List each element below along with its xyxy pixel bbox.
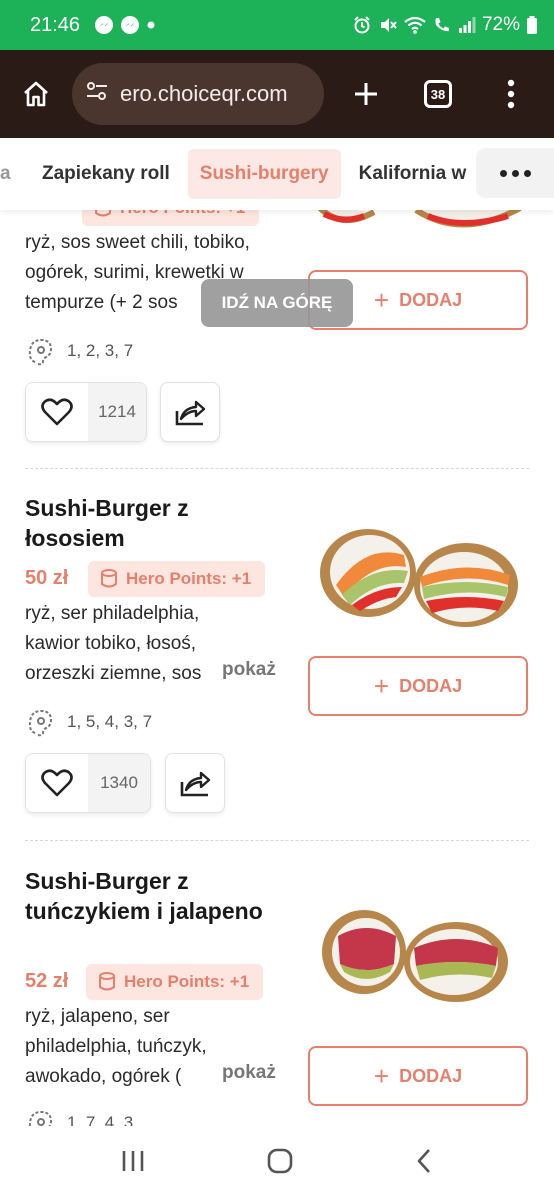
heart-icon: [41, 398, 73, 426]
like-button[interactable]: 1214: [25, 382, 147, 442]
allergen-ear-icon: [28, 709, 53, 737]
add-label: DODAJ: [399, 1065, 463, 1086]
hero-points-label: Hero Points: +1: [126, 569, 252, 588]
allergen-ear-icon: [28, 1110, 53, 1126]
allergens[interactable]: 1, 2, 3, 7: [25, 336, 133, 366]
allergens[interactable]: 1, 5, 4, 3, 7: [25, 707, 152, 737]
show-more-link[interactable]: pokaż: [220, 659, 276, 681]
go-to-top-button[interactable]: IDŹ NA GÓRĘ: [201, 279, 353, 327]
share-button[interactable]: [165, 753, 225, 813]
hero-points-label: Hero Points: +1: [124, 972, 250, 991]
product-price: 52 zł: [25, 970, 69, 992]
allergen-list: 1, 5, 4, 3, 7: [67, 712, 153, 731]
add-to-cart-button[interactable]: + DODAJ: [308, 656, 528, 716]
plus-icon: [355, 83, 377, 105]
page-content: a Zapiekany roll Sushi-burgery Kaliforni…: [0, 138, 554, 1126]
category-tabs: a Zapiekany roll Sushi-burgery Kaliforni…: [0, 138, 554, 210]
coin-stack-icon: [101, 569, 117, 588]
add-to-cart-button[interactable]: + DODAJ: [308, 1046, 528, 1106]
category-tab-kalifornia[interactable]: Kalifornia w: [347, 149, 479, 199]
new-tab-button[interactable]: [324, 50, 408, 138]
url-text: ero.choiceqr.com: [120, 81, 288, 106]
product-image[interactable]: [316, 525, 522, 640]
plus-icon: +: [373, 671, 390, 701]
share-button[interactable]: [160, 382, 220, 442]
allergen-list: 1, 7, 4, 3: [67, 1113, 134, 1126]
wifi-icon: [404, 15, 426, 35]
tab-switcher-button[interactable]: 38: [408, 50, 468, 138]
status-bar: 21:46 72%: [0, 0, 554, 50]
share-icon: [175, 400, 206, 426]
site-settings-icon[interactable]: [84, 78, 110, 110]
add-label: DODAJ: [399, 289, 463, 310]
plus-icon: +: [373, 285, 390, 315]
status-time: 21:46: [30, 13, 81, 36]
back-button[interactable]: [414, 1147, 434, 1180]
address-bar[interactable]: ero.choiceqr.com: [72, 63, 324, 125]
wifi-call-icon: [432, 15, 452, 35]
divider: [25, 468, 529, 469]
category-tab-cut[interactable]: a: [0, 149, 16, 199]
alarm-icon: [352, 15, 372, 35]
recent-apps-button[interactable]: [120, 1148, 146, 1179]
coin-stack-icon: [99, 972, 115, 991]
add-label: DODAJ: [399, 675, 463, 696]
like-count: 1340: [88, 754, 150, 812]
more-categories-button[interactable]: [476, 148, 554, 198]
sushi-burger-image: [320, 529, 518, 627]
dot-icon: [523, 169, 531, 177]
signal-icon: [458, 16, 476, 34]
more-vert-icon: [507, 79, 515, 109]
like-count: 1214: [88, 383, 146, 441]
category-tab-zapiekany-roll[interactable]: Zapiekany roll: [30, 149, 182, 199]
heart-icon: [41, 769, 73, 797]
browser-menu-button[interactable]: [468, 50, 554, 138]
category-tab-sushi-burgery[interactable]: Sushi-burgery: [187, 149, 341, 199]
messenger-icon: [94, 15, 114, 35]
allergens[interactable]: 1, 7, 4, 3: [25, 1108, 133, 1126]
allergen-list: 1, 2, 3, 7: [67, 341, 134, 360]
notification-dot-icon: [146, 20, 156, 30]
hero-points-badge: Hero Points: +1: [86, 964, 264, 1000]
sushi-burger-image: [322, 910, 508, 1002]
product-image[interactable]: [320, 906, 510, 1011]
dot-icon: [499, 169, 507, 177]
battery-icon: [526, 15, 538, 35]
home-button[interactable]: [0, 50, 72, 138]
product-title: Sushi-Burger z tuńczykiem i jalapeno: [25, 868, 263, 924]
like-button[interactable]: 1340: [25, 753, 151, 813]
plus-icon: +: [373, 1061, 390, 1091]
tab-count: 38: [424, 80, 452, 108]
home-circle-icon: [267, 1148, 293, 1173]
messenger-icon: [120, 15, 140, 35]
hero-points-badge: Hero Points: +1: [88, 561, 266, 597]
home-system-button[interactable]: [266, 1147, 294, 1180]
battery-percent: 72%: [481, 14, 520, 35]
mute-icon: [378, 15, 398, 35]
share-icon: [180, 771, 211, 797]
home-icon: [24, 81, 48, 107]
allergen-ear-icon: [28, 338, 53, 366]
product-title: Sushi-Burger z łososiem: [25, 495, 189, 551]
divider: [25, 840, 529, 841]
show-more-link[interactable]: pokaż: [220, 1062, 276, 1084]
browser-toolbar: ero.choiceqr.com 38: [0, 50, 554, 138]
dot-icon: [511, 169, 519, 177]
product-price: 50 zł: [25, 567, 69, 589]
system-navigation-bar: [0, 1126, 554, 1200]
recent-apps-icon: [122, 1150, 144, 1171]
back-chevron-icon: [417, 1148, 430, 1173]
